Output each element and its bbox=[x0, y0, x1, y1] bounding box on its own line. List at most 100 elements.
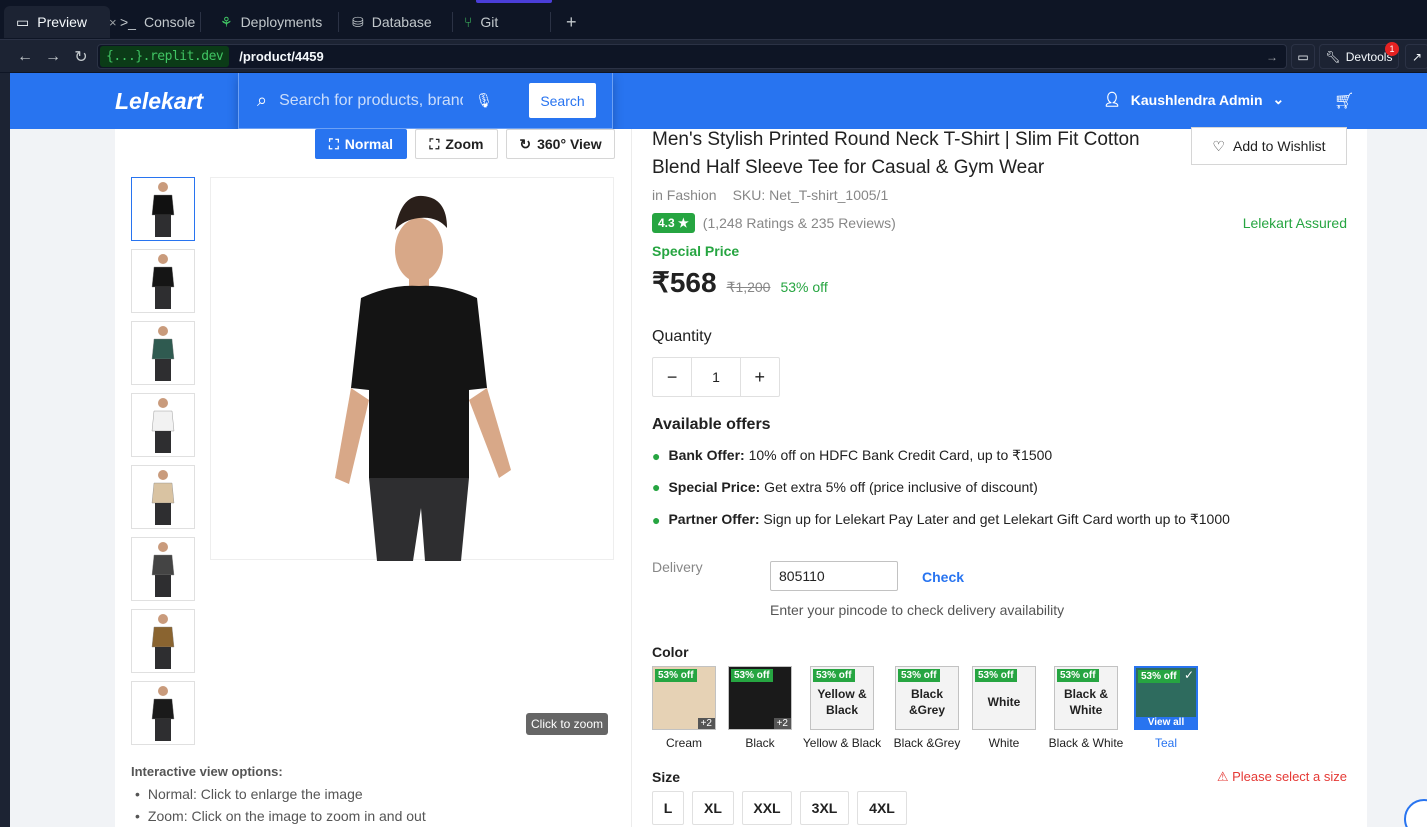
tab-database[interactable]: ⛁ Database bbox=[340, 6, 444, 38]
expand-icon: ⛶ bbox=[328, 135, 339, 152]
color-swatch[interactable]: 53% off +2 Cream bbox=[652, 666, 716, 750]
forward-arrow-icon[interactable]: → bbox=[42, 46, 64, 68]
gallery-thumbnail[interactable] bbox=[131, 177, 195, 241]
increment-button[interactable]: + bbox=[741, 358, 779, 396]
preview-url-bar: ← → ↻ {...}.replit.dev /product/4459 → ▭… bbox=[0, 40, 1427, 73]
gallery-thumbnail[interactable] bbox=[131, 465, 195, 529]
check-button[interactable]: Check bbox=[922, 569, 964, 585]
devtools-badge: 1 bbox=[1385, 42, 1399, 56]
user-icon: 👤︎ bbox=[1103, 91, 1121, 107]
size-option[interactable]: XL bbox=[692, 791, 734, 825]
refresh-icon[interactable]: ↻ bbox=[70, 46, 92, 68]
color-swatch[interactable]: White 53% off White bbox=[972, 666, 1036, 750]
gallery-thumbnail[interactable] bbox=[131, 393, 195, 457]
360-view-button[interactable]: ↻ 360° View bbox=[506, 129, 615, 159]
wishlist-label: Add to Wishlist bbox=[1232, 138, 1326, 154]
swatch-label: Black bbox=[745, 736, 775, 750]
open-external-icon[interactable]: ↗ bbox=[1405, 44, 1427, 69]
gallery-thumbnail[interactable] bbox=[131, 321, 195, 385]
swatch-image[interactable]: Black & White 53% off bbox=[1054, 666, 1118, 730]
color-swatch[interactable]: Black & White 53% off Black & White bbox=[1049, 666, 1123, 750]
warning-icon: ⚠ bbox=[1216, 769, 1229, 784]
thumbnail-figure bbox=[151, 326, 175, 381]
gallery-thumbnail[interactable] bbox=[131, 249, 195, 313]
offer-desc: 10% off on HDFC Bank Credit Card, up to … bbox=[744, 447, 1053, 463]
plus-icon: + bbox=[566, 11, 577, 32]
decrement-button[interactable]: − bbox=[653, 358, 691, 396]
zoom-view-button[interactable]: ⛶ Zoom bbox=[415, 129, 498, 159]
cart-icon[interactable]: 🛒︎ bbox=[1334, 91, 1354, 111]
search-input[interactable]: Search for products, brands and more bbox=[279, 92, 463, 110]
active-indicator bbox=[476, 0, 552, 3]
gallery-thumbnail[interactable] bbox=[131, 681, 195, 745]
list-item: Normal: Click to enlarge the image bbox=[131, 786, 426, 802]
rating-count: (1,248 Ratings & 235 Reviews) bbox=[702, 215, 896, 231]
offer-title: Bank Offer: bbox=[668, 447, 745, 463]
quantity-stepper: − 1 + bbox=[652, 357, 780, 397]
size-option[interactable]: 4XL bbox=[857, 791, 907, 825]
gallery-thumbnail[interactable] bbox=[131, 537, 195, 601]
main-product-image[interactable] bbox=[210, 177, 614, 561]
pincode-help: Enter your pincode to check delivery ava… bbox=[770, 602, 1065, 618]
tab-preview[interactable]: ▭ Preview × bbox=[4, 6, 117, 38]
search-bar: ⌕ Search for products, brands and more 🎙… bbox=[238, 73, 613, 129]
delivery-label: Delivery bbox=[652, 559, 703, 575]
offers-title: Available offers bbox=[652, 416, 771, 433]
mic-icon[interactable]: 🎙︎ bbox=[475, 92, 493, 109]
color-swatch[interactable]: Black &Grey 53% off Black &Grey bbox=[894, 666, 960, 750]
color-swatch[interactable]: 53% off View all ✓ Teal bbox=[1134, 666, 1198, 750]
tab-label: Git bbox=[480, 14, 499, 30]
color-swatch[interactable]: Yellow & Black 53% off Yellow & Black bbox=[802, 666, 882, 750]
floating-action-button[interactable] bbox=[1404, 799, 1427, 827]
heart-icon: ♡ bbox=[1212, 137, 1225, 154]
quantity-value[interactable]: 1 bbox=[691, 358, 741, 396]
size-error-text: Please select a size bbox=[1232, 769, 1347, 784]
size-option[interactable]: 3XL bbox=[800, 791, 849, 825]
discount-badge: 53% off bbox=[1138, 670, 1180, 683]
normal-view-button[interactable]: ⛶ Normal bbox=[315, 129, 407, 159]
tab-console[interactable]: >_ Console bbox=[108, 6, 207, 38]
view-options-title: Interactive view options: bbox=[131, 764, 283, 779]
user-menu[interactable]: 👤︎ Kaushlendra Admin ⌄ bbox=[1103, 91, 1284, 108]
list-item: Zoom: Click on the image to zoom in and … bbox=[131, 808, 426, 824]
search-icon: ⌕ bbox=[257, 90, 268, 110]
go-arrow-icon[interactable]: → bbox=[1266, 50, 1278, 64]
swatch-image[interactable]: 53% off View all ✓ bbox=[1134, 666, 1198, 730]
gallery-thumbnail[interactable] bbox=[131, 609, 195, 673]
product-meta: in Fashion SKU: Net_T-shirt_1005/1 bbox=[652, 187, 888, 203]
pincode-input[interactable]: 805110 bbox=[770, 561, 898, 591]
search-button[interactable]: Search bbox=[529, 83, 596, 118]
swatch-image[interactable]: 53% off +2 bbox=[652, 666, 716, 730]
back-arrow-icon[interactable]: ← bbox=[14, 46, 36, 68]
ide-tab-bar: ▭ Preview × >_ Console ⚘ Deployments ⛁ D… bbox=[0, 0, 1427, 40]
view-options-list: Normal: Click to enlarge the image Zoom:… bbox=[131, 786, 426, 827]
view-label: Zoom bbox=[445, 136, 484, 152]
address-field[interactable]: {...}.replit.dev /product/4459 → bbox=[97, 44, 1287, 69]
thumbnail-figure bbox=[151, 542, 175, 597]
tab-label: Database bbox=[371, 14, 432, 30]
chevron-down-icon: ⌄ bbox=[1272, 91, 1285, 107]
sku: SKU: Net_T-shirt_1005/1 bbox=[732, 187, 889, 203]
swatch-image[interactable]: White 53% off bbox=[972, 666, 1036, 730]
swatch-image[interactable]: Black &Grey 53% off bbox=[895, 666, 959, 730]
swatch-image[interactable]: 53% off +2 bbox=[728, 666, 792, 730]
thumbnail-figure bbox=[151, 254, 175, 309]
view-label: Normal bbox=[344, 136, 394, 152]
tab-deployments[interactable]: ⚘ Deployments bbox=[208, 6, 334, 38]
new-tab-button[interactable]: + bbox=[554, 6, 589, 38]
tab-git[interactable]: ⑂ Git bbox=[452, 6, 510, 38]
swatch-label: Yellow & Black bbox=[802, 736, 882, 750]
price-row: ₹568 ₹1,200 53% off bbox=[652, 266, 828, 299]
size-option[interactable]: XXL bbox=[742, 791, 792, 825]
swatch-image[interactable]: Yellow & Black 53% off bbox=[810, 666, 874, 730]
add-to-wishlist-button[interactable]: ♡ Add to Wishlist bbox=[1191, 127, 1347, 165]
terminal-icon: >_ bbox=[120, 14, 136, 30]
color-swatch[interactable]: 53% off +2 Black bbox=[728, 666, 792, 750]
swatch-text: Black & White bbox=[1063, 687, 1109, 717]
device-icon[interactable]: ▭ bbox=[1291, 44, 1315, 69]
size-option[interactable]: L bbox=[652, 791, 684, 825]
category: in Fashion bbox=[652, 187, 717, 203]
rating-row: 4.3 ★ (1,248 Ratings & 235 Reviews) bbox=[652, 213, 896, 233]
site-logo[interactable]: Lelekart bbox=[115, 88, 203, 115]
rating-badge: 4.3 ★ bbox=[652, 213, 695, 233]
